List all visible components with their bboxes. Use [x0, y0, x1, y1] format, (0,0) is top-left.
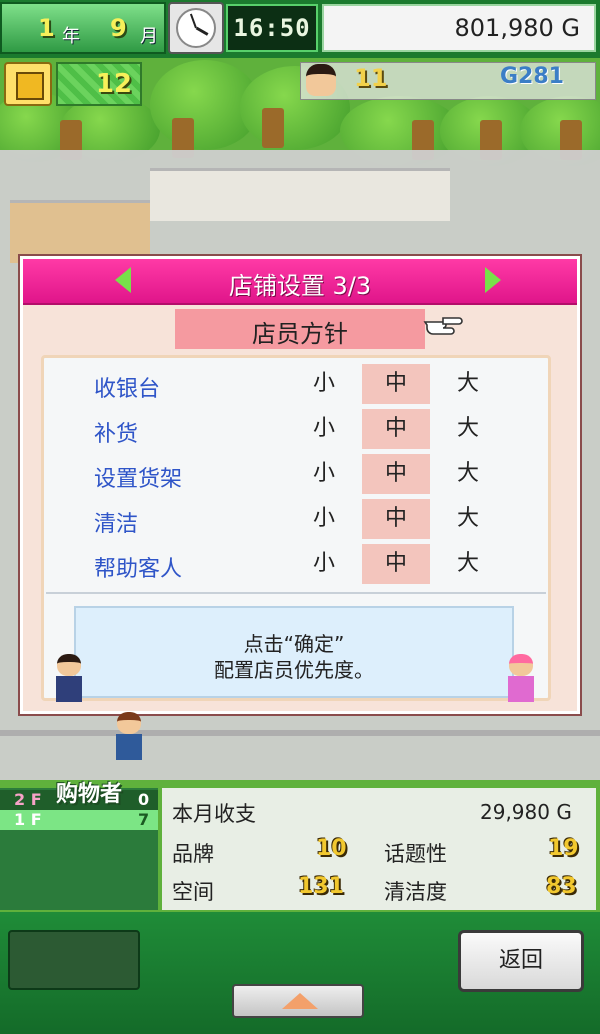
- time-display: 16:50: [226, 4, 318, 52]
- monthly-label: 本月收支: [172, 802, 256, 826]
- option-medium[interactable]: 中: [362, 409, 430, 449]
- option-large[interactable]: 大: [434, 499, 502, 539]
- brand-value: 10: [316, 836, 347, 861]
- option-medium[interactable]: 中: [362, 499, 430, 539]
- policy-label: 收银台: [94, 377, 161, 402]
- road-line: [0, 730, 600, 736]
- policy-label: 帮助客人: [94, 557, 183, 582]
- option-small[interactable]: 小: [290, 454, 358, 494]
- clean-value: 83: [546, 874, 577, 899]
- month-value: 9: [110, 14, 127, 42]
- policy-label: 设置货架: [94, 467, 183, 492]
- option-small[interactable]: 小: [290, 364, 358, 404]
- pointing-hand-icon: [423, 317, 463, 335]
- year-value: 1: [38, 14, 55, 42]
- option-small[interactable]: 小: [290, 544, 358, 584]
- subtitle-box: 店员方针: [175, 309, 425, 349]
- option-medium[interactable]: 中: [362, 364, 430, 404]
- option-large[interactable]: 大: [434, 409, 502, 449]
- store-settings-dialog: 店铺设置 3/3 店员方针 收银台 小 中 大 补货 小 中 大 设置货架 小 …: [20, 256, 580, 714]
- option-medium[interactable]: 中: [362, 454, 430, 494]
- game-scene: 1 年 9 月 16:50 801,980 G 12 11 G281 店铺设置 …: [0, 0, 600, 1034]
- topic-value: 19: [548, 836, 579, 861]
- option-large[interactable]: 大: [434, 544, 502, 584]
- divider: [46, 592, 546, 594]
- month-unit: 月: [140, 26, 158, 47]
- store-wall: [150, 168, 450, 221]
- dialog-header: 店铺设置 3/3: [23, 259, 577, 305]
- tip-box: 点击“确定” 配置店员优先度。: [74, 606, 514, 698]
- space-value: 131: [298, 874, 344, 899]
- option-large[interactable]: 大: [434, 454, 502, 494]
- year-unit: 年: [62, 26, 80, 47]
- staff-policy-panel: 收银台 小 中 大 补货 小 中 大 设置货架 小 中 大 清洁 小 中 大 帮…: [41, 355, 551, 704]
- floor-label: 2 F: [14, 790, 42, 809]
- floor-count: 0: [138, 790, 150, 809]
- back-button[interactable]: 返回: [458, 930, 584, 992]
- up-arrow-icon: [282, 993, 318, 1009]
- space-label: 空间: [172, 880, 214, 904]
- floor-row-1f[interactable]: 1 F 7: [0, 810, 158, 830]
- policy-row-restock: 补货 小 中 大: [44, 409, 548, 454]
- menu-button[interactable]: [8, 930, 140, 990]
- staff-face-icon: [306, 64, 336, 96]
- policy-label: 清洁: [94, 512, 139, 537]
- staff-count: 11: [354, 64, 388, 92]
- tree-trunk: [262, 108, 284, 148]
- clock-icon: [168, 2, 224, 54]
- option-small[interactable]: 小: [290, 499, 358, 539]
- tip-line-1: 点击“确定”: [243, 632, 345, 656]
- floor-label: 1 F: [14, 810, 42, 829]
- tip-line-2: 配置店员优先度。: [214, 658, 374, 682]
- policy-row-shelves: 设置货架 小 中 大: [44, 454, 548, 499]
- clean-label: 清洁度: [384, 880, 447, 904]
- date-display: 1 年 9 月: [0, 2, 166, 54]
- points-value: G281: [500, 64, 564, 89]
- option-small[interactable]: 小: [290, 409, 358, 449]
- dialog-subtitle: 店员方针: [252, 320, 348, 348]
- brand-label: 品牌: [172, 842, 214, 866]
- policy-row-cashier: 收银台 小 中 大: [44, 364, 548, 409]
- rank-value: 12: [56, 62, 142, 106]
- staff-boy-sprite: [52, 654, 86, 704]
- shopper-sprite: [112, 712, 146, 762]
- policy-label: 补货: [94, 422, 139, 447]
- arrow-right-icon[interactable]: [485, 267, 501, 293]
- shirt-icon[interactable]: [4, 62, 52, 106]
- policy-row-cleaning: 清洁 小 中 大: [44, 499, 548, 544]
- policy-row-help-customers: 帮助客人 小 中 大: [44, 544, 548, 589]
- staff-girl-sprite: [504, 654, 538, 704]
- monthly-value: 29,980 G: [480, 800, 572, 824]
- store-wall: [10, 200, 150, 263]
- option-medium[interactable]: 中: [362, 544, 430, 584]
- option-large[interactable]: 大: [434, 364, 502, 404]
- up-arrow-button[interactable]: [232, 984, 364, 1018]
- topic-label: 话题性: [384, 842, 447, 866]
- shopper-label: 购物者: [56, 782, 123, 807]
- floor-count: 7: [138, 810, 150, 829]
- money-display: 801,980 G: [322, 4, 596, 52]
